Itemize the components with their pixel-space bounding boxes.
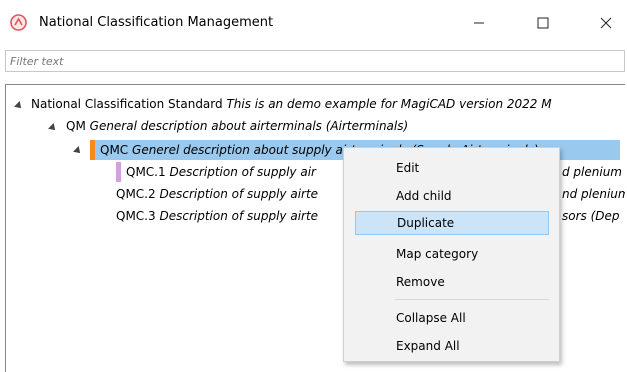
app-icon	[10, 14, 27, 31]
node-description: General description about airterminals (…	[89, 119, 409, 133]
node-code: QMC.2	[116, 187, 156, 201]
node-code: QMC	[100, 143, 129, 157]
tree-row-qmc-3[interactable]: QMC.3 Description of supply airte	[116, 206, 318, 226]
node-description: This is an demo example for MagiCAD vers…	[226, 97, 552, 111]
node-description: Description of supply airte	[159, 187, 319, 201]
category-color-marker	[116, 162, 121, 182]
close-icon	[600, 17, 612, 29]
maximize-button[interactable]	[520, 0, 566, 46]
expand-arrow-icon[interactable]	[73, 146, 83, 156]
menu-item-duplicate[interactable]: Duplicate	[355, 211, 549, 235]
menu-item-collapse-all[interactable]: Collapse All	[355, 306, 549, 330]
window-title: National Classification Management	[39, 15, 274, 30]
context-menu: Edit Add child Duplicate Map category Re…	[343, 147, 560, 362]
filter-input[interactable]	[6, 51, 624, 71]
node-code: QMC.3	[116, 209, 156, 223]
minimize-button[interactable]	[456, 0, 502, 46]
expand-arrow-icon[interactable]	[48, 123, 58, 133]
filter-box	[5, 50, 625, 72]
node-description: Description of supply airte	[159, 209, 319, 223]
maximize-icon	[537, 17, 549, 29]
menu-item-add-child[interactable]: Add child	[355, 184, 549, 208]
menu-item-expand-all[interactable]: Expand All	[355, 334, 549, 358]
tree-row-qm[interactable]: QM General description about airterminal…	[66, 116, 408, 136]
node-description: Description of supply air	[169, 165, 316, 179]
node-description-overflow: sors (Dep	[562, 209, 620, 223]
category-color-marker	[90, 140, 95, 160]
menu-item-map-category[interactable]: Map category	[355, 242, 549, 266]
node-description-overflow: nd plenium	[562, 187, 625, 201]
close-button[interactable]	[583, 0, 627, 46]
tree-row-national-standard[interactable]: National Classification Standard This is…	[31, 94, 552, 114]
menu-item-edit[interactable]: Edit	[355, 156, 549, 180]
tree-row-qmc-1[interactable]: QMC.1 Description of supply air	[126, 162, 316, 182]
node-description-overflow: d plenium	[562, 165, 622, 179]
title-bar: National Classification Management	[0, 0, 627, 46]
expand-arrow-icon[interactable]	[14, 101, 24, 111]
node-code: QMC.1	[126, 165, 166, 179]
tree-row-qmc-2[interactable]: QMC.2 Description of supply airte	[116, 184, 318, 204]
menu-separator	[395, 299, 549, 300]
node-code: QM	[66, 119, 86, 133]
menu-item-remove[interactable]: Remove	[355, 270, 549, 294]
node-code: National Classification Standard	[31, 97, 223, 111]
minimize-icon	[474, 22, 484, 24]
